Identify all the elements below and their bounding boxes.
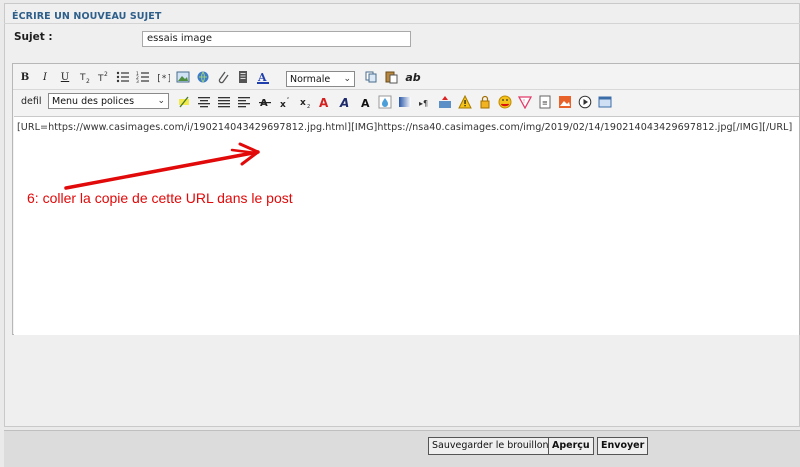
align-center-icon[interactable] bbox=[196, 94, 212, 110]
svg-text:A: A bbox=[339, 96, 349, 109]
superscript-icon[interactable]: T2 bbox=[95, 69, 111, 85]
subscript-x-icon[interactable]: x2 bbox=[297, 94, 313, 110]
gradient-icon[interactable] bbox=[397, 94, 413, 110]
svg-text:2: 2 bbox=[104, 71, 108, 78]
water-drop-icon[interactable] bbox=[377, 94, 393, 110]
svg-text:x: x bbox=[300, 98, 306, 108]
annotation-arrow bbox=[64, 142, 260, 190]
svg-text:!: ! bbox=[523, 99, 525, 105]
toolbar-row-1: B I U T2 T2 123 [*] A Normale ⌄ ab bbox=[13, 66, 799, 88]
document-icon[interactable] bbox=[235, 69, 251, 85]
toolbar-row-2: defil Menu des polices ⌄ A x² x2 A A A ▸… bbox=[13, 91, 799, 113]
svg-text:3: 3 bbox=[136, 79, 139, 84]
subject-input[interactable]: essais image bbox=[142, 31, 411, 47]
font-size-select-value: Normale bbox=[290, 74, 331, 85]
list-item-icon[interactable]: [*] bbox=[155, 69, 171, 85]
smiley-icon[interactable] bbox=[497, 94, 513, 110]
svg-text:2: 2 bbox=[86, 78, 90, 84]
defil-label[interactable]: defil bbox=[21, 96, 42, 107]
italic-button[interactable]: I bbox=[37, 69, 53, 85]
shadow-text-icon[interactable]: A bbox=[317, 94, 333, 110]
font-size-select[interactable]: Normale ⌄ bbox=[286, 71, 355, 87]
copy-icon[interactable] bbox=[363, 69, 379, 85]
spellcheck-button[interactable]: ab bbox=[403, 69, 423, 85]
form-footer bbox=[4, 430, 800, 467]
svg-text:²: ² bbox=[287, 97, 289, 103]
play-icon[interactable] bbox=[577, 94, 593, 110]
svg-text:T: T bbox=[97, 74, 104, 84]
font-family-select[interactable]: Menu des polices ⌄ bbox=[48, 93, 169, 109]
window-icon[interactable] bbox=[597, 94, 613, 110]
file-icon[interactable]: ≡ bbox=[537, 94, 553, 110]
strikethrough-icon[interactable]: A bbox=[257, 94, 273, 110]
insert-image-icon[interactable] bbox=[175, 69, 191, 85]
font-color-icon[interactable]: A bbox=[255, 69, 271, 85]
toolbar-divider bbox=[13, 89, 799, 90]
bullet-list-icon[interactable] bbox=[115, 69, 131, 85]
panel-title: ÉCRIRE UN NOUVEAU SUJET bbox=[12, 11, 162, 22]
svg-text:T: T bbox=[79, 73, 86, 83]
svg-text:2: 2 bbox=[307, 104, 310, 109]
annotation-text: 6: coller la copie de cette URL dans le … bbox=[27, 190, 293, 206]
glow-text-icon[interactable]: A bbox=[337, 94, 353, 110]
lock-icon[interactable] bbox=[477, 94, 493, 110]
svg-text:A: A bbox=[260, 98, 268, 109]
spoiler-icon[interactable]: ! bbox=[517, 94, 533, 110]
numbered-list-icon[interactable]: 123 bbox=[135, 69, 151, 85]
warning-icon[interactable] bbox=[457, 94, 473, 110]
align-justify-icon[interactable] bbox=[216, 94, 232, 110]
media-icon[interactable] bbox=[557, 94, 573, 110]
svg-text:A: A bbox=[319, 96, 329, 109]
subject-label: Sujet : bbox=[14, 31, 53, 43]
font-family-select-value: Menu des polices bbox=[52, 96, 135, 107]
superscript-x-icon[interactable]: x² bbox=[277, 94, 293, 110]
send-button[interactable]: Envoyer bbox=[597, 437, 649, 455]
highlight-icon[interactable] bbox=[176, 94, 192, 110]
align-left-icon[interactable] bbox=[236, 94, 252, 110]
subscript-icon[interactable]: T2 bbox=[77, 69, 93, 85]
message-content: [URL=https://www.casimages.com/i/1902140… bbox=[17, 122, 793, 133]
svg-text:≡: ≡ bbox=[542, 99, 548, 107]
bold-button[interactable]: B bbox=[17, 69, 33, 85]
preview-button[interactable]: Aperçu bbox=[548, 437, 594, 455]
svg-text:A: A bbox=[361, 97, 370, 109]
svg-text:[*]: [*] bbox=[156, 74, 170, 84]
save-draft-button[interactable]: Sauvegarder le brouillon bbox=[428, 437, 553, 455]
paste-icon[interactable] bbox=[383, 69, 399, 85]
upload-icon[interactable] bbox=[437, 94, 453, 110]
bold-text-icon[interactable]: A bbox=[357, 94, 373, 110]
insert-link-icon[interactable] bbox=[195, 69, 211, 85]
panel-header: ÉCRIRE UN NOUVEAU SUJET bbox=[4, 4, 800, 24]
attach-icon[interactable] bbox=[215, 69, 231, 85]
svg-text:x: x bbox=[280, 100, 286, 109]
underline-button[interactable]: U bbox=[57, 69, 73, 85]
pilcrow-icon[interactable]: ▸¶ bbox=[417, 94, 433, 110]
chevron-down-icon: ⌄ bbox=[343, 74, 351, 84]
chevron-down-icon: ⌄ bbox=[157, 96, 165, 106]
svg-text:▸¶: ▸¶ bbox=[419, 99, 428, 108]
